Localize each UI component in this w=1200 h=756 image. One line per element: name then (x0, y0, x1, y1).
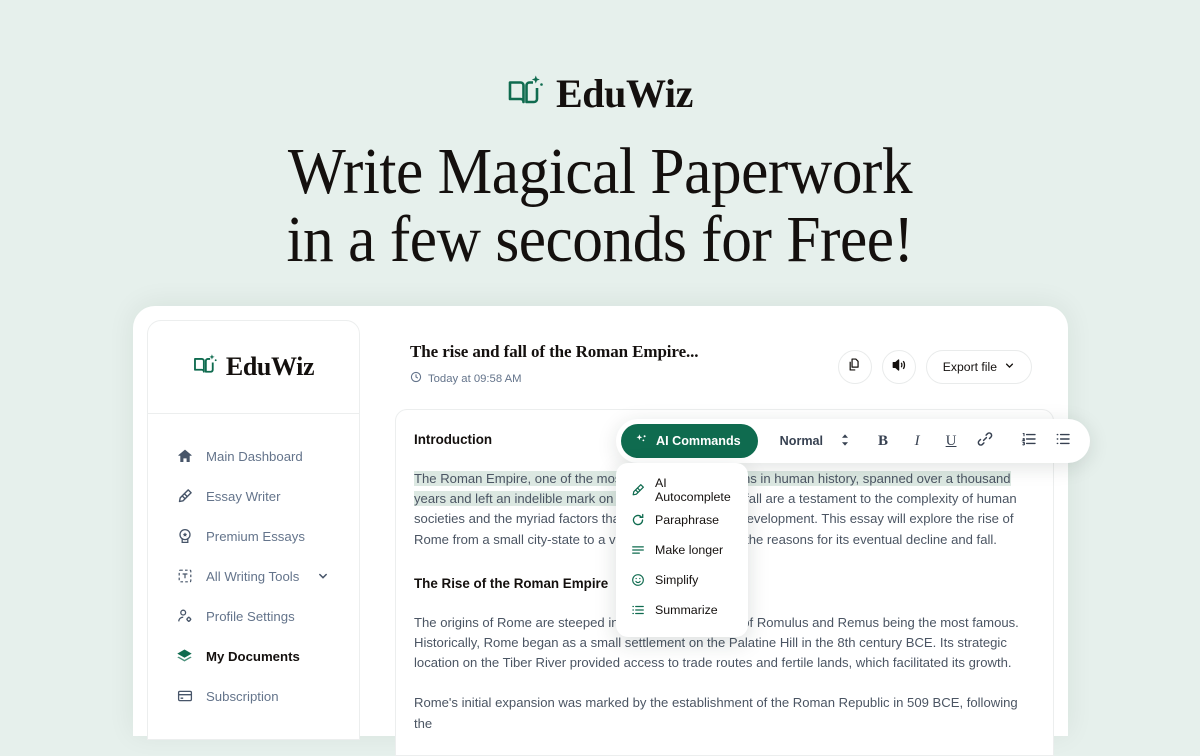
chevron-down-icon[interactable] (317, 570, 329, 582)
sidebar-nav: Main Dashboard Essay Writer Premium Essa… (148, 414, 359, 716)
link-icon (977, 431, 993, 452)
sparkle-icon (635, 433, 649, 450)
sidebar-item-label: Profile Settings (206, 608, 295, 624)
menu-item-ai-autocomplete[interactable]: AI Autocomplete (616, 475, 748, 505)
sidebar-logo[interactable]: EduWiz (148, 321, 359, 414)
document-timestamp: Today at 09:58 AM (410, 371, 698, 386)
menu-item-label: Paraphrase (655, 513, 720, 527)
layers-icon (176, 648, 193, 665)
editor-panel: The rise and fall of the Roman Empire...… (378, 320, 1091, 756)
badge-icon (176, 528, 193, 545)
app-window: EduWiz Main Dashboard Essay Writer Premi… (133, 306, 1091, 756)
sidebar-item-label: All Writing Tools (206, 568, 300, 584)
brand-name: EduWiz (556, 70, 693, 116)
sidebar-item-label: Essay Writer (206, 488, 281, 504)
refresh-icon (630, 513, 645, 528)
card-icon (176, 688, 193, 705)
ai-commands-button[interactable]: AI Commands (621, 424, 758, 458)
menu-item-summarize[interactable]: Summarize (616, 595, 748, 625)
underline-button[interactable]: U (940, 430, 962, 452)
sidebar-item-premium-essays[interactable]: Premium Essays (148, 516, 359, 556)
text-style-value: Normal (779, 434, 824, 448)
document-actions: Export file (837, 342, 1032, 384)
menu-item-make-longer[interactable]: Make longer (616, 535, 748, 565)
export-file-button[interactable]: Export file (925, 350, 1032, 384)
bulleted-list-icon (1055, 431, 1071, 452)
speaker-icon (891, 357, 907, 378)
sidebar-item-subscription[interactable]: Subscription (148, 676, 359, 716)
menu-item-label: Make longer (655, 543, 724, 557)
magic-pencil-icon (630, 483, 645, 498)
headline-line-1: Write Magical Paperwork (287, 135, 913, 208)
sidebar-item-label: Premium Essays (206, 528, 305, 544)
sidebar-item-profile-settings[interactable]: Profile Settings (148, 596, 359, 636)
sidebar-brand-name: EduWiz (225, 352, 315, 381)
ai-commands-menu: AI Autocomplete Paraphrase Make longer S… (616, 463, 748, 637)
sidebar-item-my-documents[interactable]: My Documents (148, 636, 359, 676)
sidebar: EduWiz Main Dashboard Essay Writer Premi… (147, 320, 360, 740)
page-title: Write Magical Paperwork in a few seconds… (42, 138, 1158, 274)
menu-item-paraphrase[interactable]: Paraphrase (616, 505, 748, 535)
sidebar-item-label: Subscription (206, 688, 279, 704)
home-icon (176, 448, 193, 465)
book-sparkle-logo-icon (507, 74, 545, 113)
book-sparkle-logo-icon (193, 353, 218, 381)
sidebar-item-essay-writer[interactable]: Essay Writer (148, 476, 359, 516)
export-label: Export file (942, 360, 997, 374)
read-aloud-button[interactable] (881, 350, 916, 384)
user-gear-icon (176, 608, 193, 625)
headline-line-2: in a few seconds for Free! (286, 202, 914, 276)
lines-icon (630, 543, 645, 558)
bold-button[interactable]: B (872, 430, 894, 452)
hero-section: EduWiz Write Magical Paperwork in a few … (0, 0, 1200, 274)
numbered-list-button[interactable] (1018, 430, 1040, 452)
brand-logo: EduWiz (0, 70, 1200, 116)
chevron-down-icon (1004, 360, 1015, 374)
timestamp-text: Today at 09:58 AM (428, 372, 522, 385)
bulleted-list-button[interactable] (1052, 430, 1074, 452)
ai-commands-label: AI Commands (656, 434, 741, 448)
text-style-select[interactable]: Normal (780, 433, 850, 450)
sidebar-item-main-dashboard[interactable]: Main Dashboard (148, 436, 359, 476)
paragraph-3: Rome's initial expansion was marked by t… (414, 695, 1018, 731)
sidebar-item-all-writing-tools[interactable]: All Writing Tools (148, 556, 359, 596)
sidebar-item-label: Main Dashboard (206, 448, 303, 464)
summary-list-icon (630, 603, 645, 618)
copy-icon (847, 357, 862, 377)
menu-item-label: Simplify (655, 573, 699, 587)
document-header: The rise and fall of the Roman Empire...… (378, 320, 1054, 386)
menu-item-label: AI Autocomplete (655, 476, 731, 504)
smiley-icon (630, 573, 645, 588)
updown-chevron-icon (840, 433, 850, 450)
sidebar-item-label: My Documents (206, 648, 300, 664)
list-buttons (1018, 430, 1074, 452)
document-title: The rise and fall of the Roman Empire... (410, 342, 699, 361)
italic-button[interactable]: I (906, 430, 928, 452)
bold-glyph: B (878, 432, 889, 449)
pencil-icon (176, 488, 193, 505)
format-buttons: B I U (872, 430, 996, 452)
clock-icon (410, 371, 422, 386)
menu-item-simplify[interactable]: Simplify (616, 565, 748, 595)
formatting-toolbar: AI Commands Normal B I U (616, 419, 1091, 463)
underline-glyph: U (945, 432, 957, 449)
italic-glyph: I (914, 432, 920, 449)
link-button[interactable] (974, 430, 996, 452)
text-box-icon (176, 568, 193, 585)
numbered-list-icon (1021, 431, 1037, 452)
menu-item-label: Summarize (655, 603, 718, 617)
copy-button[interactable] (837, 350, 872, 384)
